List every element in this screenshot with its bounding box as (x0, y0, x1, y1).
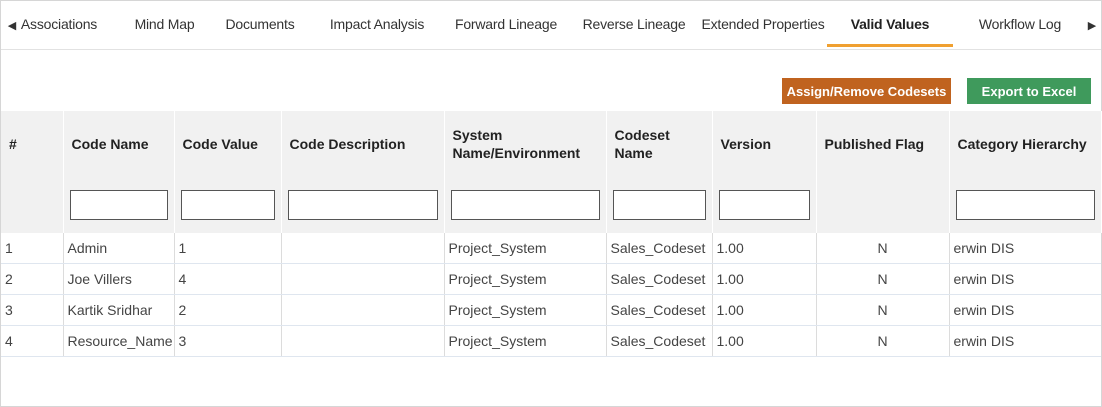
tab-extended-properties[interactable]: Extended Properties (701, 1, 824, 47)
cell-code-value: 2 (174, 294, 282, 326)
cell-code-value: 3 (174, 325, 282, 357)
cell-version: 1.00 (712, 263, 817, 295)
cell-version: 1.00 (712, 233, 817, 264)
column-header-codeset-name[interactable]: Codeset Name (606, 111, 713, 176)
cell-number: 3 (1, 294, 64, 326)
table-row[interactable]: 3 Kartik Sridhar 2 Project_System Sales_… (1, 294, 1101, 326)
cell-code-name: Resource_Name (63, 325, 175, 357)
column-header-version[interactable]: Version (712, 111, 817, 176)
cell-system-name: Project_System (444, 325, 607, 357)
tab-forward-lineage[interactable]: Forward Lineage (455, 1, 557, 47)
filter-cell (606, 176, 713, 233)
column-header-code-name[interactable]: Code Name (63, 111, 175, 176)
cell-code-description (281, 294, 445, 326)
filter-input-system-name[interactable] (450, 189, 600, 220)
cell-version: 1.00 (712, 325, 817, 357)
valid-values-table: # Code Name Code Value Code Description … (1, 111, 1102, 357)
filter-row (1, 176, 1102, 233)
cell-code-description (281, 325, 445, 357)
cell-category-hierarchy: erwin DIS (949, 263, 1101, 295)
column-header-category-hierarchy[interactable]: Category Hierarchy (949, 111, 1102, 176)
filter-input-category-hierarchy[interactable] (955, 189, 1095, 220)
cell-system-name: Project_System (444, 294, 607, 326)
column-header-code-description[interactable]: Code Description (281, 111, 445, 176)
export-to-excel-button[interactable]: Export to Excel (967, 78, 1091, 104)
cell-code-description (281, 263, 445, 295)
cell-category-hierarchy: erwin DIS (949, 325, 1101, 357)
filter-input-code-description[interactable] (287, 189, 438, 220)
tab-documents[interactable]: Documents (225, 1, 295, 47)
filter-input-code-name[interactable] (69, 189, 168, 220)
filter-cell (63, 176, 175, 233)
cell-category-hierarchy: erwin DIS (949, 233, 1101, 264)
cell-published-flag: N (816, 325, 950, 357)
filter-input-code-value[interactable] (180, 189, 275, 220)
toolbar: Assign/Remove Codesets Export to Excel (1, 49, 1101, 112)
cell-code-name: Kartik Sridhar (63, 294, 175, 326)
cell-codeset-name: Sales_Codeset (606, 233, 713, 264)
table-row[interactable]: 2 Joe Villers 4 Project_System Sales_Cod… (1, 263, 1101, 295)
scroll-left-icon[interactable]: ◀ (5, 11, 19, 39)
cell-version: 1.00 (712, 294, 817, 326)
table-row[interactable]: 4 Resource_Name 3 Project_System Sales_C… (1, 325, 1101, 357)
column-header-published-flag[interactable]: Published Flag (816, 111, 950, 176)
filter-cell-empty (816, 176, 950, 233)
cell-code-description (281, 233, 445, 264)
cell-published-flag: N (816, 294, 950, 326)
scroll-right-icon[interactable]: ▶ (1085, 11, 1099, 39)
filter-cell (444, 176, 607, 233)
cell-system-name: Project_System (444, 233, 607, 264)
filter-cell (174, 176, 282, 233)
tab-impact-analysis[interactable]: Impact Analysis (329, 1, 425, 47)
cell-codeset-name: Sales_Codeset (606, 325, 713, 357)
cell-number: 2 (1, 263, 64, 295)
cell-published-flag: N (816, 263, 950, 295)
tab-strip: ◀ Associations Mind Map Documents Impact… (1, 1, 1101, 49)
assign-remove-codesets-button[interactable]: Assign/Remove Codesets (782, 78, 951, 104)
cell-codeset-name: Sales_Codeset (606, 263, 713, 295)
cell-category-hierarchy: erwin DIS (949, 294, 1101, 326)
cell-codeset-name: Sales_Codeset (606, 294, 713, 326)
column-header-code-value[interactable]: Code Value (174, 111, 282, 176)
tab-workflow-log[interactable]: Workflow Log (977, 1, 1063, 47)
tab-mind-map[interactable]: Mind Map (132, 1, 197, 47)
filter-input-codeset-name[interactable] (612, 189, 706, 220)
cell-number: 1 (1, 233, 64, 264)
column-header-number[interactable]: # (1, 111, 64, 176)
cell-number: 4 (1, 325, 64, 357)
table-row[interactable]: 1 Admin 1 Project_System Sales_Codeset 1… (1, 233, 1101, 264)
tab-valid-values[interactable]: Valid Values (827, 1, 953, 47)
filter-cell (712, 176, 817, 233)
cell-code-name: Joe Villers (63, 263, 175, 295)
cell-code-value: 1 (174, 233, 282, 264)
cell-system-name: Project_System (444, 263, 607, 295)
header-row: # Code Name Code Value Code Description … (1, 111, 1102, 176)
cell-published-flag: N (816, 233, 950, 264)
cell-code-name: Admin (63, 233, 175, 264)
filter-cell (949, 176, 1102, 233)
tab-associations[interactable]: Associations (21, 1, 97, 47)
filter-cell-empty (1, 176, 64, 233)
column-header-system-name[interactable]: System Name/Environment (444, 111, 607, 176)
cell-code-value: 4 (174, 263, 282, 295)
filter-cell (281, 176, 445, 233)
filter-input-version[interactable] (718, 189, 810, 220)
valid-values-panel: ◀ Associations Mind Map Documents Impact… (0, 0, 1102, 407)
tab-reverse-lineage[interactable]: Reverse Lineage (583, 1, 686, 47)
